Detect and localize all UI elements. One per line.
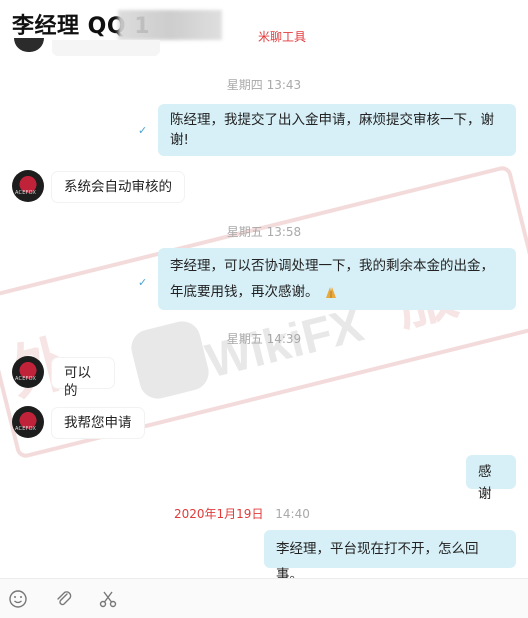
scissors-icon[interactable] bbox=[98, 589, 118, 609]
timestamp: 星期四 13:43 bbox=[226, 78, 302, 92]
avatar[interactable] bbox=[12, 406, 44, 438]
avatar[interactable] bbox=[12, 170, 44, 202]
avatar[interactable] bbox=[12, 356, 44, 388]
message-bubble-outgoing[interactable]: 陈经理，我提交了出入金申请，麻烦提交审核一下，谢谢! bbox=[158, 104, 516, 156]
redacted-number bbox=[118, 10, 222, 40]
message-bubble-incoming[interactable]: 可以的 bbox=[52, 358, 114, 399]
timestamp: 星期五 13:58 bbox=[226, 225, 302, 239]
timestamp-date: 2020年1月19日 bbox=[174, 507, 264, 521]
attachment-icon[interactable] bbox=[54, 589, 74, 609]
message-bubble-incoming[interactable]: 系统会自动审核的 bbox=[52, 172, 184, 202]
timestamp: 星期五 14:39 bbox=[226, 332, 302, 346]
timestamp-time: 14:40 bbox=[275, 507, 310, 521]
emoji-icon[interactable] bbox=[8, 589, 28, 609]
avatar bbox=[14, 38, 44, 52]
tool-tag: 米聊工具 bbox=[258, 30, 307, 44]
message-bubble-partial bbox=[52, 40, 160, 56]
message-bubble-outgoing[interactable]: 李经理，平台现在打不开，怎么回事。 bbox=[264, 530, 516, 583]
praying-hands-icon bbox=[325, 287, 336, 298]
message-bubble-outgoing[interactable]: 感谢 bbox=[466, 455, 516, 502]
chat-header: 李经理 QQ 1 米聊工具 bbox=[0, 0, 528, 56]
timestamp: 2020年1月19日 14:40 bbox=[174, 505, 324, 522]
read-check-icon: ✓ bbox=[138, 124, 148, 137]
message-bubble-incoming[interactable]: 我帮您申请 bbox=[52, 408, 144, 438]
input-toolbar bbox=[0, 578, 528, 618]
read-check-icon: ✓ bbox=[138, 276, 148, 289]
message-bubble-outgoing[interactable]: 李经理，可以否协调处理一下，我的剩余本金的出金，年底要用钱，再次感谢。 bbox=[158, 248, 516, 310]
